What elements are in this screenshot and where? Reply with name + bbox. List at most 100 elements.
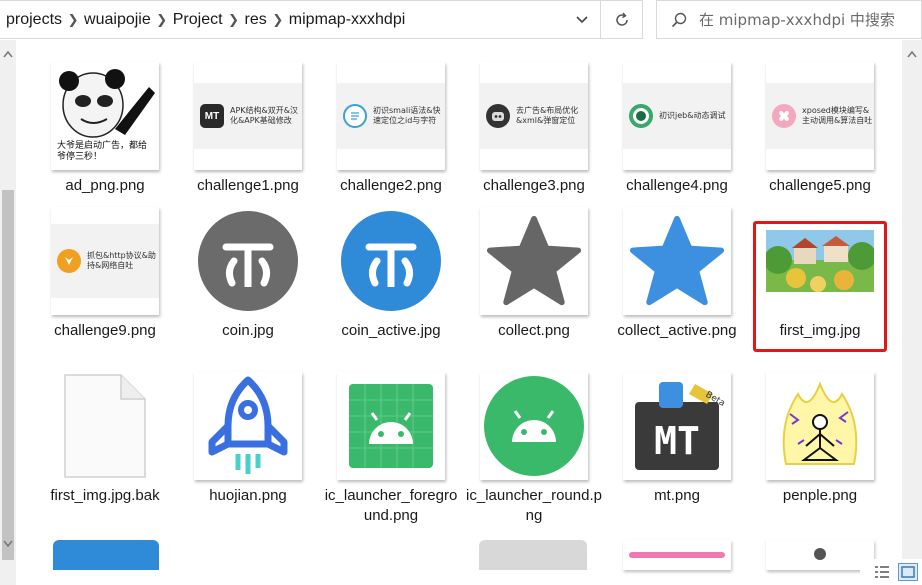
file-item[interactable]: 初识smali语法&快速定位之id与字符 challenge2.png xyxy=(321,62,461,196)
file-name: penple.png xyxy=(782,487,858,504)
star-active-icon xyxy=(629,215,725,306)
breadcrumb-res[interactable]: res xyxy=(245,11,267,29)
scroll-down-arrow-icon[interactable] xyxy=(3,540,13,548)
image-thumbnail: MT APK结构&双开&汉化&APK基础修改 xyxy=(194,62,302,170)
file-name: collect.png xyxy=(498,322,570,339)
banner-caption: 抓包&http协议&助持&网络自吐 xyxy=(87,251,156,270)
chevron-down-icon xyxy=(576,15,588,23)
android-round-icon xyxy=(484,376,584,476)
image-thumbnail xyxy=(194,372,302,480)
image-thumbnail xyxy=(766,207,874,315)
file-name: challenge5.png xyxy=(769,177,871,194)
search-box[interactable] xyxy=(656,0,922,39)
large-icons-view-button[interactable] xyxy=(898,563,918,581)
file-item[interactable]: MT Beta mt.png xyxy=(607,372,747,506)
image-thumbnail: 大爷是启动广告，都给爷停三秒！ xyxy=(51,62,159,170)
meme-caption: 大爷是启动广告，都给爷停三秒！ xyxy=(57,141,148,162)
file-item[interactable]: collect.png xyxy=(464,207,604,341)
file-item[interactable]: 抓包&http协议&助持&网络自吐 challenge9.png xyxy=(35,207,175,341)
partial-thumbnail[interactable] xyxy=(479,540,587,570)
file-item[interactable]: ic_launcher_foreground.png xyxy=(321,372,461,526)
stick-figure-image xyxy=(768,374,872,478)
image-thumbnail xyxy=(623,207,731,315)
file-item[interactable]: xposed模块编写&主动调用&算法自吐 challenge5.png xyxy=(750,62,890,196)
refresh-button[interactable] xyxy=(601,0,643,39)
chevron-right-icon[interactable]: ❯ xyxy=(223,12,245,28)
image-thumbnail xyxy=(766,372,874,480)
banner-caption: 去广告&布局优化&xml&弹窗定位 xyxy=(516,106,579,125)
scroll-up-arrow-icon[interactable] xyxy=(907,50,917,58)
file-item[interactable]: penple.png xyxy=(750,372,890,506)
file-name: ic_launcher_round.png xyxy=(466,487,602,524)
svg-text:MT: MT xyxy=(654,419,700,463)
file-item[interactable]: first_img.jpg.bak xyxy=(35,372,175,506)
image-thumbnail xyxy=(480,207,588,315)
chevron-right-icon[interactable]: ❯ xyxy=(151,12,173,28)
image-thumbnail: xposed模块编写&主动调用&算法自吐 xyxy=(766,62,874,170)
breadcrumb-mipmap-xxxhdpi[interactable]: mipmap-xxxhdpi xyxy=(289,11,405,29)
image-thumbnail: MT Beta xyxy=(623,372,731,480)
file-item[interactable]: 去广告&布局优化&xml&弹窗定位 challenge3.png xyxy=(464,62,604,196)
chevron-right-icon[interactable]: ❯ xyxy=(267,12,289,28)
scrollbar-thumb[interactable] xyxy=(2,190,14,560)
left-scrollbar[interactable] xyxy=(0,40,16,585)
breadcrumb-projects[interactable]: projects xyxy=(6,11,62,29)
bandage-icon xyxy=(772,104,796,128)
mt-app-icon: MT xyxy=(200,104,224,128)
file-item[interactable]: coin_active.jpg xyxy=(321,207,461,341)
image-thumbnail xyxy=(480,372,588,480)
chevron-right-icon[interactable]: ❯ xyxy=(62,12,84,28)
file-item[interactable]: MT APK结构&双开&汉化&APK基础修改 challenge1.png xyxy=(178,62,318,196)
file-thumbnail xyxy=(51,372,159,480)
file-item-selected[interactable]: first_img.jpg xyxy=(750,207,890,341)
address-bar[interactable]: projects ❯ wuaipojie ❯ Project ❯ res ❯ m… xyxy=(0,0,601,39)
image-thumbnail: 初识jeb&动态调试 xyxy=(623,62,731,170)
panda-meme-image xyxy=(53,69,157,141)
android-icon xyxy=(349,384,433,468)
star-icon xyxy=(486,215,582,306)
file-name: challenge2.png xyxy=(340,177,442,194)
file-item[interactable]: collect_active.png xyxy=(607,207,747,341)
file-name: coin_active.jpg xyxy=(341,322,441,339)
file-name: challenge3.png xyxy=(483,177,585,194)
file-item[interactable]: 大爷是启动广告，都给爷停三秒！ ad_png.png xyxy=(35,62,175,196)
file-name: collect_active.png xyxy=(617,322,737,339)
history-dropdown-button[interactable] xyxy=(564,1,600,38)
file-name: first_img.jpg.bak xyxy=(50,487,160,504)
navigation-bar: projects ❯ wuaipojie ❯ Project ❯ res ❯ m… xyxy=(0,0,922,40)
search-input[interactable] xyxy=(699,10,909,29)
rocket-icon xyxy=(208,376,288,474)
landscape-image xyxy=(766,230,874,292)
file-name: first_img.jpg xyxy=(779,322,861,339)
image-thumbnail xyxy=(337,372,445,480)
file-name: huojian.png xyxy=(209,487,287,504)
file-name: ic_launcher_foreground.png xyxy=(324,487,458,524)
file-item[interactable]: 初识jeb&动态调试 challenge4.png xyxy=(607,62,747,196)
coin-active-icon xyxy=(341,211,441,311)
file-name: ad_png.png xyxy=(65,177,145,194)
large-icons-view-icon xyxy=(901,566,915,578)
breadcrumb-wuaipojie[interactable]: wuaipojie xyxy=(84,11,151,29)
banner-caption: 初识jeb&动态调试 xyxy=(659,111,726,120)
file-item[interactable]: huojian.png xyxy=(178,372,318,506)
image-thumbnail: 去广告&布局优化&xml&弹窗定位 xyxy=(480,62,588,170)
scroll-up-arrow-icon[interactable] xyxy=(3,50,13,58)
file-item[interactable]: coin.jpg xyxy=(178,207,318,341)
image-thumbnail xyxy=(194,207,302,315)
right-scrollbar[interactable] xyxy=(902,40,922,559)
image-thumbnail xyxy=(337,207,445,315)
jeb-icon xyxy=(629,104,653,128)
image-thumbnail: 初识smali语法&快速定位之id与字符 xyxy=(337,62,445,170)
details-view-button[interactable] xyxy=(872,563,892,581)
file-name: challenge1.png xyxy=(197,177,299,194)
partial-thumbnail[interactable] xyxy=(623,540,731,570)
image-thumbnail: 抓包&http协议&助持&网络自吐 xyxy=(51,207,159,315)
breadcrumb-project[interactable]: Project xyxy=(173,11,223,29)
details-view-icon xyxy=(875,566,889,578)
partial-thumbnail[interactable] xyxy=(53,540,159,570)
file-item[interactable]: ic_launcher_round.png xyxy=(464,372,604,526)
breadcrumb: projects ❯ wuaipojie ❯ Project ❯ res ❯ m… xyxy=(0,1,564,38)
doc-icon xyxy=(343,104,367,128)
coin-icon xyxy=(198,211,298,311)
partial-thumbnail[interactable] xyxy=(766,540,874,570)
